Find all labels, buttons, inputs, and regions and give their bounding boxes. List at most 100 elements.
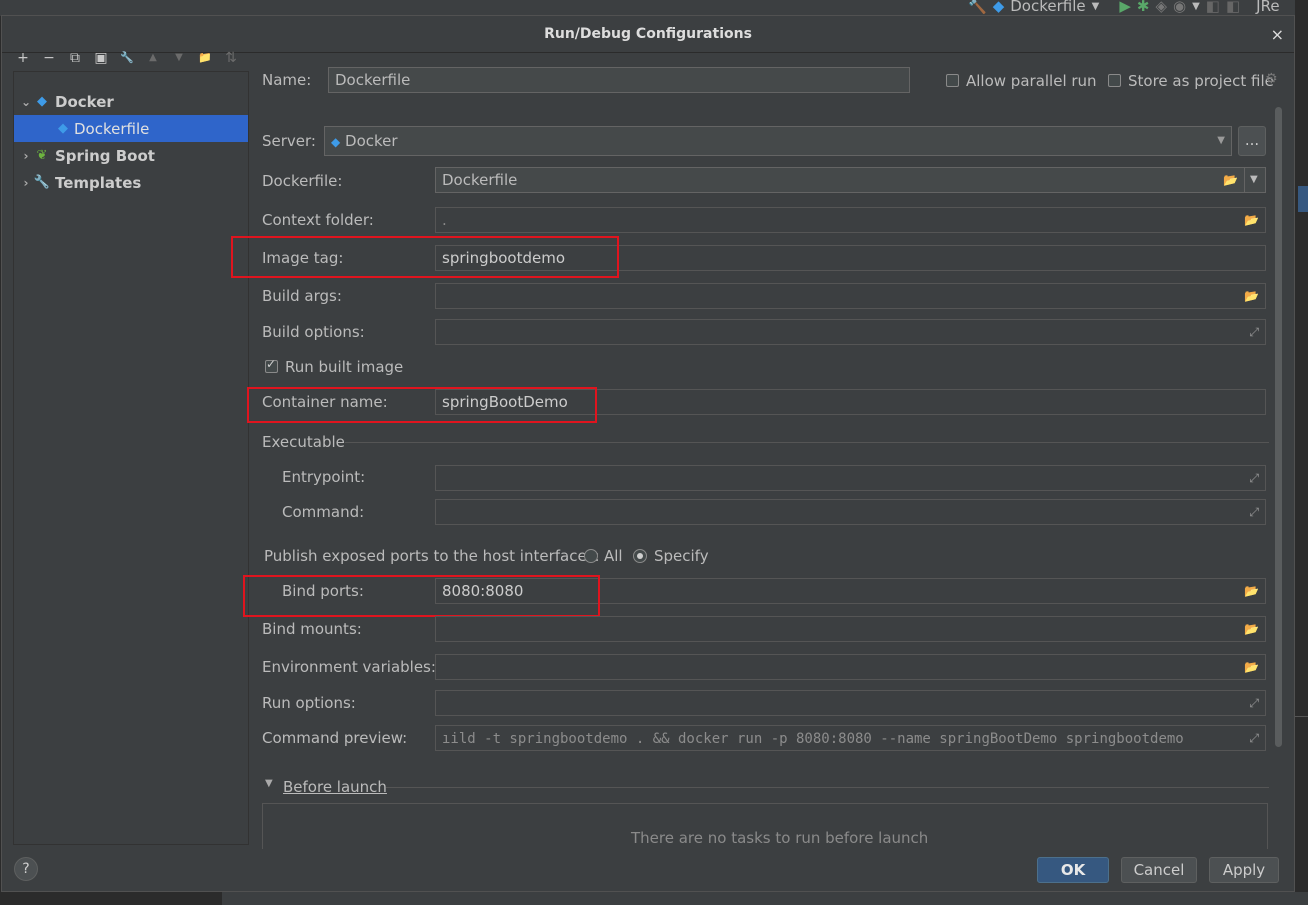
folder-icon[interactable]: 📂 [1244,208,1259,232]
chevron-down-icon[interactable]: ▼ [1092,1,1100,12]
build-args-input[interactable]: 📂 [435,283,1266,309]
chevron-down-icon[interactable]: ▼ [1192,1,1200,12]
command-preview-field[interactable]: ıild -t springbootdemo . && docker run -… [435,725,1266,751]
tree-item-dockerfile[interactable]: ◆ Dockerfile [14,115,248,142]
command-label: Command: [282,503,365,521]
side-divider [1295,716,1308,717]
close-icon[interactable]: × [1271,16,1284,53]
publish-all-radio[interactable] [584,549,598,563]
chevron-down-icon[interactable]: ▼ [1250,174,1258,185]
allow-parallel-label: Allow parallel run [966,72,1097,90]
context-folder-value: . [442,211,447,229]
coverage-icon[interactable]: ◈ [1155,0,1167,15]
context-folder-input[interactable]: . 📂 [435,207,1266,233]
attach-icon[interactable]: ◧ [1226,0,1240,15]
add-icon[interactable]: + [14,49,32,67]
tree-item-label: Dockerfile [74,119,150,138]
docker-icon: ◆ [992,0,1005,15]
folder-icon[interactable]: 📂 [1244,655,1259,679]
build-options-input[interactable]: ⤢ [435,319,1266,345]
tree-item-spring-boot[interactable]: › ❦ Spring Boot [14,142,248,169]
expand-icon[interactable]: ⤢ [1249,466,1259,490]
build-args-label: Build args: [262,287,342,305]
entrypoint-label: Entrypoint: [282,468,366,486]
profile-icon[interactable]: ◉ [1173,0,1186,15]
folder-icon[interactable]: 📂 [1244,617,1259,641]
expand-icon[interactable]: ⤢ [1249,320,1259,344]
command-preview-label: Command preview: [262,729,408,747]
store-project-checkbox[interactable] [1108,74,1121,87]
command-input[interactable]: ⤢ [435,499,1266,525]
bind-mounts-input[interactable]: 📂 [435,616,1266,642]
server-select[interactable]: ◆ Docker ▼ [324,126,1232,156]
save-icon[interactable]: ▣ [92,49,110,67]
dockerfile-input[interactable]: Dockerfile 📂 [435,167,1245,193]
name-input[interactable]: Dockerfile [328,67,910,93]
expand-icon[interactable]: ⤢ [1245,726,1259,750]
sort-icon[interactable]: ⇅ [222,49,240,67]
folder-icon[interactable]: 📂 [1223,168,1238,192]
command-preview-value: ıild -t springbootdemo . && docker run -… [442,731,1184,747]
side-accent [1298,186,1308,212]
entrypoint-input[interactable]: ⤢ [435,465,1266,491]
publish-specify-label: Specify [654,547,709,565]
tree-item-docker[interactable]: ⌄ ◆ Docker [14,88,248,115]
allow-parallel-checkbox[interactable] [946,74,959,87]
executable-section-title: Executable [262,433,345,451]
folder-icon[interactable]: 📂 [1244,284,1259,308]
context-folder-label: Context folder: [262,211,374,229]
run-config-selector[interactable]: Dockerfile [1010,0,1085,15]
chevron-right-icon[interactable]: › [19,176,33,190]
highlight-box-image-tag [231,236,619,278]
folder-icon[interactable]: 📁 [196,49,214,67]
chevron-down-icon[interactable]: ⌄ [19,95,33,109]
status-bar-left [0,892,222,905]
apply-button[interactable]: Apply [1209,857,1279,883]
publish-specify-radio[interactable] [633,549,647,563]
expand-icon[interactable]: ⤢ [1249,500,1259,524]
chevron-down-icon[interactable]: ▼ [265,778,273,789]
run-icon[interactable]: ▶ [1119,0,1131,15]
move-up-icon[interactable]: ▲ [144,49,162,67]
debug-icon[interactable]: ✱ [1137,0,1150,15]
ide-side-panel [1295,0,1308,905]
wrench-icon[interactable]: 🔧 [118,49,136,67]
hammer-icon[interactable]: 🔨 [968,0,987,15]
bind-mounts-label: Bind mounts: [262,620,362,638]
stop-icon[interactable]: ◧ [1206,0,1220,15]
server-value: Docker [345,132,398,150]
remove-icon[interactable]: − [40,49,58,67]
docker-icon: ◆ [37,94,47,109]
ok-button[interactable]: OK [1037,857,1109,883]
before-launch-divider [386,787,1269,788]
before-launch-title[interactable]: Before launch [283,778,387,796]
highlight-box-container-name [247,387,597,423]
name-label: Name: [262,71,312,89]
chevron-down-icon[interactable]: ▼ [1217,127,1225,155]
server-more-button[interactable]: ... [1238,126,1266,156]
cancel-button[interactable]: Cancel [1121,857,1197,883]
move-down-icon[interactable]: ▼ [170,49,188,67]
copy-icon[interactable]: ⧉ [66,49,84,67]
wrench-icon: 🔧 [33,175,51,190]
environment-variables-input[interactable]: 📂 [435,654,1266,680]
before-launch-empty-text: There are no tasks to run before launch [631,829,929,847]
form-scrollbar[interactable] [1275,107,1282,747]
gear-icon[interactable]: ⚙ [1265,71,1278,87]
folder-icon[interactable]: 📂 [1244,579,1259,603]
publish-all-label: All [604,547,623,565]
run-built-image-label: Run built image [285,358,404,376]
tree-item-templates[interactable]: › 🔧 Templates [14,169,248,196]
help-button[interactable]: ? [14,857,38,881]
dockerfile-dropdown[interactable]: ▼ [1244,167,1266,193]
run-options-input[interactable]: ⤢ [435,690,1266,716]
spring-boot-icon: ❦ [36,148,48,163]
user-menu[interactable]: JRe [1256,0,1279,15]
tree-item-label: Templates [55,173,142,192]
server-label: Server: [262,132,316,150]
chevron-right-icon[interactable]: › [19,149,33,163]
expand-icon[interactable]: ⤢ [1249,691,1259,715]
docker-icon: ◆ [58,121,68,136]
before-launch-panel: There are no tasks to run before launch [262,803,1268,849]
run-built-image-checkbox[interactable] [265,357,278,373]
